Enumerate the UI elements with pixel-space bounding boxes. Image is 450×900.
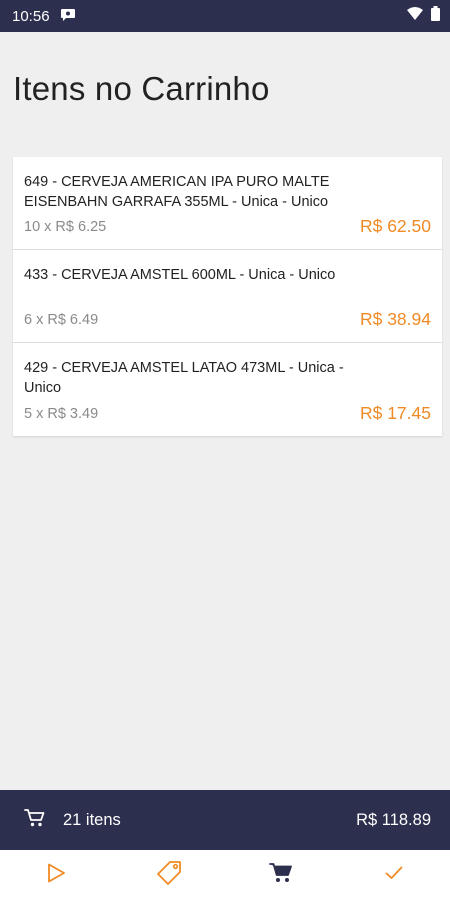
status-right <box>407 6 440 26</box>
item-description: 429 - CERVEJA AMSTEL LATAO 473ML - Unica… <box>24 360 344 396</box>
page-title: Itens no Carrinho <box>13 70 270 107</box>
item-total: R$ 17.45 <box>359 403 431 423</box>
cart-icon <box>269 862 293 889</box>
status-time: 10:56 <box>12 7 50 25</box>
cart-item[interactable]: 429 - CERVEJA AMSTEL LATAO 473ML - Unica… <box>13 343 442 436</box>
notification-icon <box>60 7 76 26</box>
item-quantity-price: 10 x R$ 6.25 <box>24 219 107 235</box>
item-description: 649 - CERVEJA AMERICAN IPA PURO MALTE EI… <box>24 174 330 210</box>
play-icon <box>45 862 67 889</box>
bottom-nav <box>0 850 450 900</box>
screen: 10:56 Itens no Carrinho 649 - CERVEJA AM… <box>0 0 450 900</box>
summary-left: 21 itens <box>24 808 121 833</box>
cart-icon <box>24 808 46 833</box>
battery-icon <box>431 6 440 26</box>
nav-tag-button[interactable] <box>139 850 199 900</box>
tag-icon <box>155 859 183 892</box>
wifi-icon <box>407 6 423 26</box>
item-total: R$ 38.94 <box>359 309 431 329</box>
check-icon <box>384 864 404 887</box>
item-quantity-price: 6 x R$ 6.49 <box>24 312 99 328</box>
status-left: 10:56 <box>12 7 76 26</box>
cart-total: R$ 118.89 <box>356 810 431 829</box>
item-description: 433 - CERVEJA AMSTEL 600ML - Unica - Uni… <box>24 267 336 283</box>
status-bar: 10:56 <box>0 0 450 32</box>
nav-play-button[interactable] <box>26 850 86 900</box>
cart-item[interactable]: 433 - CERVEJA AMSTEL 600ML - Unica - Uni… <box>13 250 442 343</box>
nav-cart-button[interactable] <box>251 850 311 900</box>
item-total: R$ 62.50 <box>359 216 431 236</box>
cart-item[interactable]: 649 - CERVEJA AMERICAN IPA PURO MALTE EI… <box>13 157 442 250</box>
nav-check-button[interactable] <box>364 850 424 900</box>
cart-item-count: 21 itens <box>63 810 121 829</box>
cart-summary-bar: 21 itens R$ 118.89 <box>0 790 450 850</box>
cart-list: 649 - CERVEJA AMERICAN IPA PURO MALTE EI… <box>13 157 442 436</box>
item-quantity-price: 5 x R$ 3.49 <box>24 406 99 422</box>
